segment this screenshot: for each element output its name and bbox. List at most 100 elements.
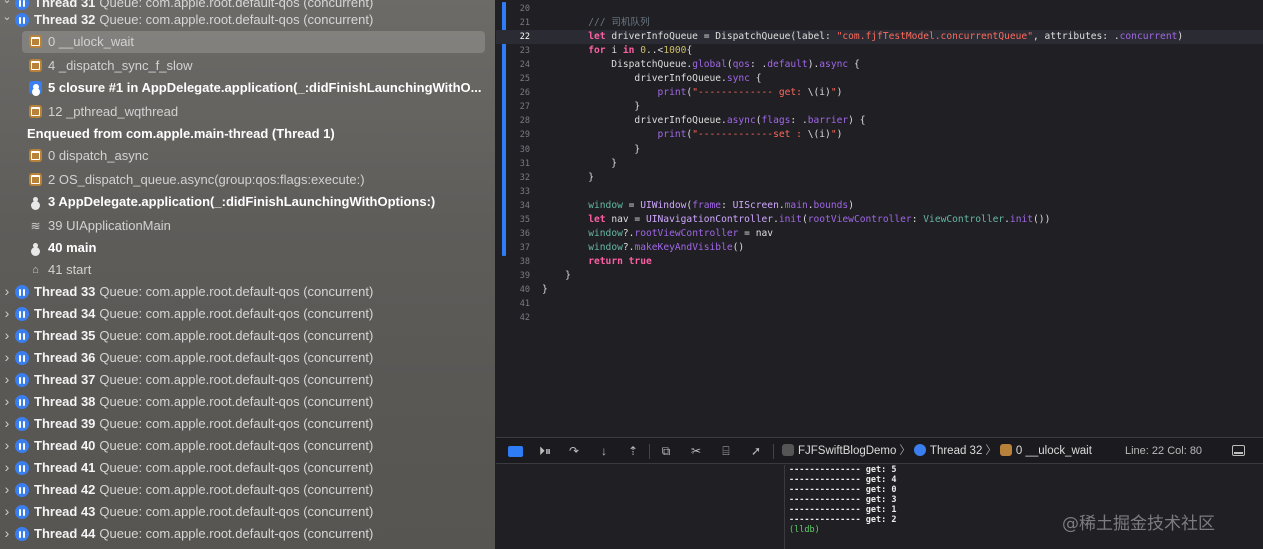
code-line[interactable]: 22 let driverInfoQueue = DispatchQueue(l… bbox=[496, 30, 1263, 45]
chevron-down-icon[interactable]: ⌄ bbox=[1, 0, 13, 7]
environment-icon[interactable]: ⌸ bbox=[719, 444, 733, 458]
step-over-icon[interactable]: ↷ bbox=[566, 444, 582, 458]
code-line[interactable]: 32 } bbox=[496, 171, 1263, 185]
breadcrumb-app[interactable]: FJFSwiftBlogDemo bbox=[798, 445, 896, 457]
stack-frame-row[interactable]: 12 _pthread_wqthread bbox=[0, 101, 495, 123]
chevron-right-icon[interactable]: › bbox=[1, 372, 13, 386]
code-token: : . bbox=[749, 59, 768, 71]
code-token: : bbox=[721, 199, 733, 211]
stack-frame-row[interactable]: 2 OS_dispatch_queue.async(group:qos:flag… bbox=[0, 169, 495, 191]
chevron-down-icon[interactable]: ⌄ bbox=[1, 10, 13, 24]
thread-queue-label: Queue: com.apple.root.default-qos (concu… bbox=[99, 328, 374, 343]
code-line[interactable]: 35 let nav = UINavigationController.init… bbox=[496, 213, 1263, 227]
hide-debug-area-icon[interactable] bbox=[1232, 445, 1245, 456]
thread-title: Thread 34 bbox=[34, 306, 96, 321]
code-line[interactable]: 24 DispatchQueue.global(qos: .default).a… bbox=[496, 58, 1263, 72]
frame-label: 41 start bbox=[48, 262, 92, 277]
code-line[interactable]: 21 /// 司机队列 bbox=[496, 16, 1263, 30]
chevron-right-icon[interactable]: › bbox=[1, 284, 13, 298]
chevron-right-icon[interactable]: › bbox=[1, 482, 13, 496]
continue-icon[interactable]: ⏵⏸ bbox=[536, 444, 554, 458]
stack-frame-row[interactable]: ≋ 39 UIApplicationMain bbox=[0, 215, 495, 237]
thread-name: Thread 35 Queue: com.apple.root.default-q… bbox=[34, 328, 373, 343]
location-icon[interactable]: ➚ bbox=[749, 444, 763, 458]
thread-row[interactable]: › Thread 43 Queue: com.apple.root.default-… bbox=[0, 501, 495, 523]
chevron-right-icon[interactable]: › bbox=[1, 350, 13, 364]
thread-row[interactable]: › Thread 34 Queue: com.apple.root.default-… bbox=[0, 303, 495, 325]
thread-row[interactable]: › Thread 38 Queue: com.apple.root.default-… bbox=[0, 391, 495, 413]
stack-frame-row[interactable]: 4 _dispatch_sync_f_slow bbox=[0, 55, 495, 77]
line-number: 42 bbox=[519, 313, 530, 324]
stack-frame-row[interactable]: ⌂ 41 start bbox=[0, 259, 495, 281]
thread-row[interactable]: › Thread 36 Queue: com.apple.root.default-… bbox=[0, 347, 495, 369]
source-editor[interactable]: 20 21 /// 司机队列 22 let driverInfoQueue = Di… bbox=[496, 0, 1263, 437]
stack-frame-row[interactable]: 40 main bbox=[0, 237, 495, 259]
thread-name: Thread 37 Queue: com.apple.root.default-q… bbox=[34, 372, 373, 387]
code-line[interactable]: 23 for i in 0..<1000{ bbox=[496, 44, 1263, 58]
chevron-right-icon[interactable]: › bbox=[1, 438, 13, 452]
code-line[interactable]: 28 driverInfoQueue.async(flags: .barrier… bbox=[496, 114, 1263, 128]
memory-graph-icon[interactable]: ✂ bbox=[689, 444, 703, 458]
chevron-right-icon[interactable]: › bbox=[1, 526, 13, 540]
step-into-icon[interactable]: ↓ bbox=[597, 444, 611, 458]
code-token: driverInfoQueue = DispatchQueue(label: bbox=[605, 31, 837, 43]
code-line[interactable]: 25 driverInfoQueue.sync { bbox=[496, 72, 1263, 86]
code-line[interactable]: 38 return true bbox=[496, 255, 1263, 269]
thread-row[interactable]: › Thread 39 Queue: com.apple.root.default-… bbox=[0, 413, 495, 435]
chevron-right-icon[interactable]: › bbox=[1, 460, 13, 474]
code-token: qos bbox=[732, 59, 750, 71]
thread-row[interactable]: › Thread 37 Queue: com.apple.root.default-… bbox=[0, 369, 495, 391]
enqueued-header[interactable]: Enqueued from com.apple.main-thread (Thr… bbox=[0, 123, 495, 145]
code-token: "-------------set : bbox=[692, 129, 808, 141]
code-token: window bbox=[588, 241, 623, 253]
thread-row[interactable]: › Thread 40 Queue: com.apple.root.default-… bbox=[0, 435, 495, 457]
chevron-right-icon[interactable]: › bbox=[1, 394, 13, 408]
code-line[interactable]: 42 bbox=[496, 311, 1263, 325]
code-line[interactable]: 31 } bbox=[496, 157, 1263, 171]
thread-row[interactable]: › Thread 33 Queue: com.apple.root.default-… bbox=[0, 281, 495, 303]
code-token: barrier bbox=[807, 115, 849, 127]
chevron-right-icon[interactable]: › bbox=[1, 306, 13, 320]
thread-title: Thread 33 bbox=[34, 284, 96, 299]
code-line[interactable]: 36 window?.rootViewController = nav bbox=[496, 227, 1263, 241]
breadcrumb-thread[interactable]: Thread 32 bbox=[930, 445, 982, 457]
breakpoints-toggle-icon[interactable] bbox=[508, 446, 523, 457]
stack-frame-row[interactable]: 3 AppDelegate.application(_:didFinishLau… bbox=[0, 191, 495, 213]
code-line[interactable]: 26 print("------------- get: \(i)") bbox=[496, 86, 1263, 100]
code-line[interactable]: 37 window?.makeKeyAndVisible() bbox=[496, 241, 1263, 255]
code-token: () bbox=[732, 241, 745, 253]
variables-view[interactable] bbox=[496, 465, 784, 549]
thread-row[interactable]: › Thread 35 Queue: com.apple.root.default-… bbox=[0, 325, 495, 347]
thread-row[interactable]: › Thread 44 Queue: com.apple.root.default-… bbox=[0, 523, 495, 545]
code-line[interactable]: 20 bbox=[496, 2, 1263, 16]
thread-row[interactable]: › Thread 42 Queue: com.apple.root.default-… bbox=[0, 479, 495, 501]
code-text: } bbox=[542, 143, 640, 157]
step-out-icon[interactable]: ⇡ bbox=[626, 444, 640, 458]
thread-row[interactable]: › Thread 41 Queue: com.apple.root.default-… bbox=[0, 457, 495, 479]
code-line[interactable]: 29 print("-------------set : \(i)") bbox=[496, 128, 1263, 142]
code-text: print("-------------set : \(i)") bbox=[542, 128, 843, 142]
stack-frame-row[interactable]: 0 __ulock_wait bbox=[0, 31, 495, 53]
code-line[interactable]: 27 } bbox=[496, 100, 1263, 114]
thread-row[interactable]: ⌄ Thread 32 Queue: com.apple.root.default-… bbox=[0, 9, 495, 31]
code-text: DispatchQueue.global(qos: .default).asyn… bbox=[542, 58, 859, 72]
stack-frame-row[interactable]: 5 closure #1 in AppDelegate.application(… bbox=[0, 77, 495, 99]
code-line[interactable]: 40} bbox=[496, 283, 1263, 297]
code-token: init bbox=[1009, 213, 1034, 225]
code-line[interactable]: 34 window = UIWindow(frame: UIScreen.mai… bbox=[496, 199, 1263, 213]
code-line[interactable]: 39 } bbox=[496, 269, 1263, 283]
console-output[interactable]: -------------- get: 5 -------------- get:… bbox=[785, 465, 1263, 549]
code-token: ?. bbox=[622, 227, 635, 239]
chevron-right-icon[interactable]: › bbox=[1, 504, 13, 518]
stack-frame-row[interactable]: 0 dispatch_async bbox=[0, 145, 495, 167]
code-line[interactable]: 41 bbox=[496, 297, 1263, 311]
view-hierarchy-icon[interactable]: ⧉ bbox=[659, 444, 673, 458]
breadcrumb-frame[interactable]: 0 __ulock_wait bbox=[1016, 445, 1092, 457]
chevron-right-icon[interactable]: › bbox=[1, 416, 13, 430]
chevron-right-icon[interactable]: › bbox=[1, 328, 13, 342]
line-number: 41 bbox=[519, 299, 530, 310]
code-line[interactable]: 33 bbox=[496, 185, 1263, 199]
code-line[interactable]: 30 } bbox=[496, 143, 1263, 157]
thread-name: Thread 34 Queue: com.apple.root.default-q… bbox=[34, 306, 373, 321]
breadcrumb[interactable]: FJFSwiftBlogDemo 〉 Thread 32 〉 0 __ulock_wai… bbox=[782, 444, 1092, 458]
